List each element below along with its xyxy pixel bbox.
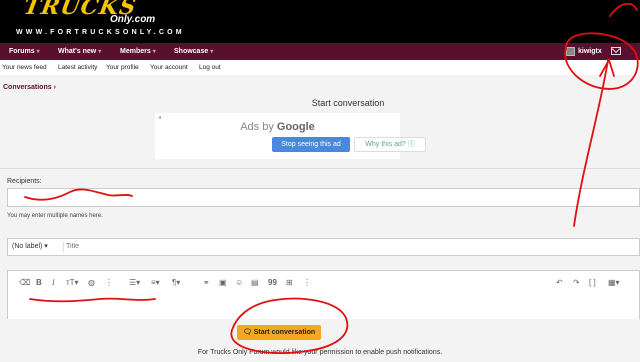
subnav-your-account[interactable]: Your account xyxy=(150,60,188,75)
nav-whats-new[interactable]: What's new ▾ xyxy=(58,43,101,60)
paragraph-icon[interactable]: ¶▾ xyxy=(172,278,180,287)
palette-icon[interactable]: ◍ xyxy=(88,278,95,287)
title-input[interactable] xyxy=(66,239,266,255)
preview-icon[interactable]: ▦▾ xyxy=(608,278,620,287)
ad-info-icon[interactable]: ◂ xyxy=(158,114,161,121)
nav-showcase-label: Showcase xyxy=(174,48,209,55)
media-icon[interactable]: ▤ xyxy=(251,278,259,287)
bold-icon[interactable]: B xyxy=(36,278,42,287)
site-logo-suffix: Only.com xyxy=(110,14,156,25)
sub-navbar: Your news feed Latest activity Your prof… xyxy=(0,60,640,75)
start-conversation-label: Start conversation xyxy=(253,329,316,336)
site-logo-url: WWW.FORTRUCKSONLY.COM xyxy=(16,29,185,36)
nav-members[interactable]: Members ▾ xyxy=(120,43,156,60)
user-menu[interactable]: kiwigtx xyxy=(566,44,602,59)
italic-icon[interactable]: I xyxy=(52,278,55,287)
redo-icon[interactable]: ↷ xyxy=(573,278,580,287)
submit-bar: 🗨 Start conversation xyxy=(0,319,640,347)
more-vertical-icon[interactable]: ⋮ xyxy=(105,278,113,287)
link-icon[interactable]: ⚭ xyxy=(203,278,210,287)
why-this-ad-button[interactable]: Why this ad? ⓘ xyxy=(354,137,426,152)
stop-seeing-ad-button[interactable]: Stop seeing this ad xyxy=(272,137,350,152)
quote-icon[interactable]: 99 xyxy=(268,278,277,287)
mail-icon[interactable] xyxy=(611,47,621,55)
recipients-label: Recipients: xyxy=(7,178,42,185)
list-icon[interactable]: ☰▾ xyxy=(129,278,140,287)
avatar xyxy=(566,47,575,56)
ad-title-brand: Google xyxy=(276,121,315,133)
ad-banner: ◂ Ads by Google Stop seeing this ad Why … xyxy=(155,113,426,159)
nav-forums[interactable]: Forums ▾ xyxy=(9,43,40,60)
site-header: TRUCKS Only.com WWW.FORTRUCKSONLY.COM xyxy=(0,0,640,43)
nav-members-label: Members xyxy=(120,48,151,55)
divider xyxy=(63,242,64,252)
more-vertical-icon[interactable]: ⋮ xyxy=(303,278,311,287)
eraser-icon[interactable]: ⌫ xyxy=(19,278,30,287)
smilie-icon[interactable]: ☺ xyxy=(235,278,243,287)
align-icon[interactable]: ≡▾ xyxy=(151,278,160,287)
subnav-log-out[interactable]: Log out xyxy=(199,60,221,75)
image-icon[interactable]: ▣ xyxy=(219,278,227,287)
subnav-latest-activity[interactable]: Latest activity xyxy=(58,60,97,75)
chevron-down-icon: ▾ xyxy=(98,49,102,55)
nav-whats-new-label: What's new xyxy=(58,48,97,55)
main-navbar: Forums ▾ What's new ▾ Members ▾ Showcase ▾ k… xyxy=(0,43,640,60)
username: kiwigtx xyxy=(578,48,602,55)
text-size-icon[interactable]: тT▾ xyxy=(66,278,79,287)
recipients-input[interactable] xyxy=(7,188,640,207)
table-icon[interactable]: ⊞ xyxy=(286,278,293,287)
chevron-down-icon: ▾ xyxy=(36,49,40,55)
nav-forums-label: Forums xyxy=(9,48,35,55)
push-notification-notice: For Trucks Only Forum would like your pe… xyxy=(197,349,443,356)
code-icon[interactable]: [ ] xyxy=(589,278,596,287)
subnav-your-profile[interactable]: Your profile xyxy=(106,60,139,75)
ad-title: Ads by Google xyxy=(155,121,400,133)
start-conversation-button[interactable]: 🗨 Start conversation xyxy=(237,325,321,340)
nav-showcase[interactable]: Showcase ▾ xyxy=(174,43,213,60)
chevron-down-icon: ▾ xyxy=(210,49,214,55)
page-title: Start conversation xyxy=(311,98,385,108)
ad-title-prefix: Ads by xyxy=(240,121,277,133)
undo-icon[interactable]: ↶ xyxy=(556,278,563,287)
prefix-select[interactable]: (No label) ▾ xyxy=(12,239,48,255)
subnav-news-feed[interactable]: Your news feed xyxy=(2,60,47,75)
message-editor[interactable]: ⌫ B I тT▾ ◍ ⋮ ☰▾ ≡▾ ¶▾ ⚭ ▣ ☺ ▤ 99 ⊞ ⋮ ↶ … xyxy=(7,270,640,320)
recipients-hint: You may enter multiple names here. xyxy=(7,213,103,219)
breadcrumb[interactable]: Conversations › xyxy=(3,84,56,91)
chevron-down-icon: ▾ xyxy=(152,49,156,55)
title-row: (No label) ▾ xyxy=(7,238,640,256)
chat-icon: 🗨 xyxy=(242,329,254,336)
